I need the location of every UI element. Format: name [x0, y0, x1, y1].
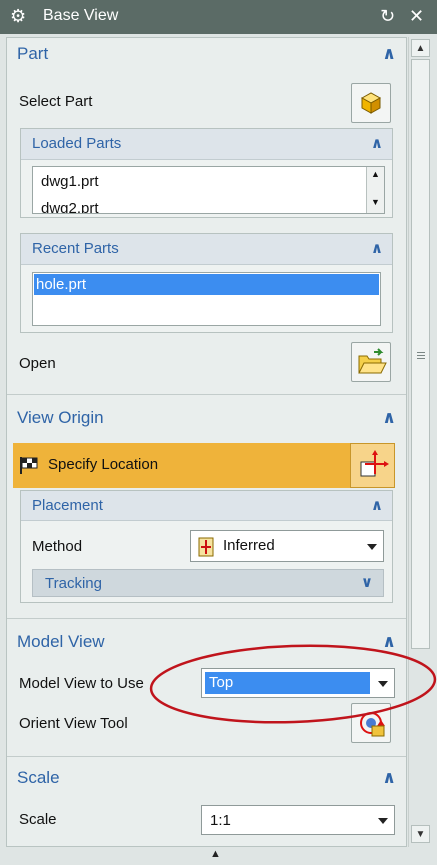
- section-part-title: Part: [17, 44, 49, 63]
- method-value: Inferred: [223, 537, 275, 554]
- scale-dropdown[interactable]: 1:1: [201, 805, 395, 835]
- thumb-grip: [417, 355, 425, 356]
- gear-icon[interactable]: ⚙: [10, 6, 26, 26]
- chevron-up-icon[interactable]: ∧: [382, 408, 396, 428]
- orient-view-tool-button[interactable]: [351, 703, 391, 743]
- section-view-origin-title: View Origin: [17, 408, 104, 427]
- model-view-value: Top: [205, 672, 370, 694]
- chevron-up-icon[interactable]: ∧: [382, 632, 396, 652]
- list-item[interactable]: dwg2.prt: [41, 200, 99, 213]
- scale-value: 1:1: [210, 812, 231, 829]
- chevron-down-icon[interactable]: ∨: [361, 573, 373, 591]
- panel-scrollbar[interactable]: ▲ ▼: [408, 37, 431, 847]
- loaded-parts-header[interactable]: Loaded Parts ∧: [21, 129, 392, 160]
- loaded-parts-list[interactable]: dwg1.prt dwg2.prt ▲ ▼: [32, 166, 385, 214]
- scale-label: Scale: [19, 811, 57, 828]
- thumb-grip: [417, 352, 425, 353]
- list-scrollbar[interactable]: ▲ ▼: [366, 167, 384, 213]
- orient-view-icon: [360, 712, 385, 737]
- divider: [7, 394, 406, 395]
- section-part-header[interactable]: Part ∧: [7, 38, 406, 72]
- chevron-up-icon[interactable]: ∧: [382, 768, 396, 788]
- thumb-grip: [417, 358, 425, 359]
- recent-parts-title: Recent Parts: [32, 240, 119, 257]
- title-bar: ⚙ Base View ↻ ✕: [0, 0, 437, 34]
- chevron-down-icon[interactable]: [378, 681, 388, 687]
- reset-icon[interactable]: ↻: [380, 6, 395, 26]
- specify-location-label: Specify Location: [48, 456, 159, 473]
- section-model-view-title: Model View: [17, 632, 105, 651]
- cube-icon: [360, 92, 382, 114]
- orient-view-tool-label: Orient View Tool: [19, 715, 128, 732]
- section-scale-header[interactable]: Scale ∧: [7, 762, 406, 796]
- placement-title: Placement: [32, 497, 103, 514]
- folder-open-icon: [358, 348, 387, 374]
- recent-parts-header[interactable]: Recent Parts ∧: [21, 234, 392, 265]
- dialog-panel: Part ∧ Select Part Loaded Parts ∧ dwg1.p…: [6, 37, 407, 847]
- section-view-origin-header[interactable]: View Origin ∧: [7, 402, 406, 436]
- specify-location-button[interactable]: [350, 443, 395, 488]
- tracking-title: Tracking: [45, 575, 102, 592]
- expand-up-icon[interactable]: ▲: [210, 848, 221, 860]
- scroll-up-icon[interactable]: ▲: [411, 39, 430, 57]
- scroll-up-icon[interactable]: ▲: [371, 169, 380, 179]
- list-item[interactable]: dwg1.prt: [41, 173, 99, 190]
- recent-parts-list[interactable]: hole.prt: [32, 272, 381, 326]
- loaded-parts-title: Loaded Parts: [32, 135, 122, 152]
- chevron-up-icon[interactable]: ∧: [382, 44, 396, 64]
- checkered-flag-icon: [20, 457, 38, 474]
- select-part-button[interactable]: [351, 83, 391, 123]
- chevron-up-icon[interactable]: ∧: [371, 496, 383, 514]
- scroll-down-icon[interactable]: ▼: [371, 197, 380, 207]
- section-scale-title: Scale: [17, 768, 60, 787]
- divider: [7, 618, 406, 619]
- scroll-down-icon[interactable]: ▼: [411, 825, 430, 843]
- model-view-to-use-label: Model View to Use: [19, 675, 144, 692]
- chevron-down-icon[interactable]: [367, 544, 377, 550]
- loaded-parts-group: Loaded Parts ∧ dwg1.prt dwg2.prt ▲ ▼: [20, 128, 393, 218]
- placement-header[interactable]: Placement ∧: [21, 491, 392, 521]
- method-label: Method: [32, 538, 83, 555]
- specify-location-row[interactable]: Specify Location: [13, 443, 350, 488]
- footer-bar: ▲: [0, 847, 437, 865]
- chevron-up-icon[interactable]: ∧: [371, 239, 383, 257]
- select-part-label: Select Part: [19, 93, 93, 110]
- divider: [7, 756, 406, 757]
- window-title: Base View: [43, 7, 119, 24]
- tracking-subgroup-header[interactable]: Tracking ∨: [32, 569, 384, 597]
- move-point-icon: [360, 450, 389, 477]
- chevron-up-icon[interactable]: ∧: [371, 134, 383, 152]
- placement-group: Placement ∧ Method Inferred Tracking ∨: [20, 490, 393, 603]
- open-button[interactable]: [351, 342, 391, 382]
- section-model-view-header[interactable]: Model View ∧: [7, 626, 406, 660]
- close-icon[interactable]: ✕: [409, 6, 424, 26]
- open-label: Open: [19, 355, 56, 372]
- method-dropdown[interactable]: Inferred: [190, 530, 384, 562]
- model-view-dropdown[interactable]: Top: [201, 668, 395, 698]
- chevron-down-icon[interactable]: [378, 818, 388, 824]
- inferred-point-icon: [198, 537, 214, 557]
- recent-parts-group: Recent Parts ∧ hole.prt: [20, 233, 393, 333]
- scrollbar-thumb[interactable]: [411, 59, 430, 649]
- list-item-selected[interactable]: hole.prt: [34, 274, 379, 295]
